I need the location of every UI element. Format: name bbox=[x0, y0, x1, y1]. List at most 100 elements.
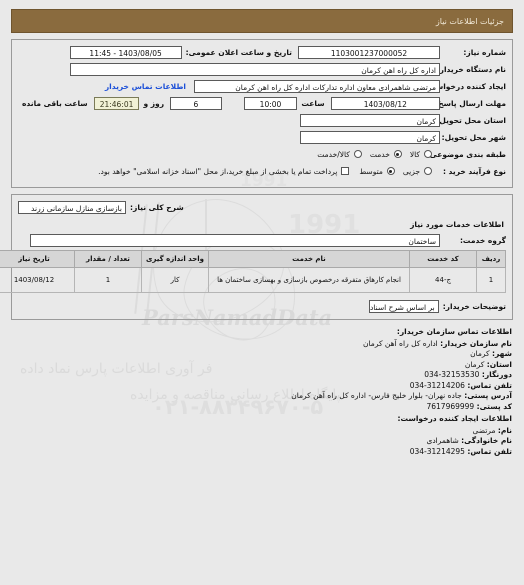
buyer-province-label: استان: bbox=[486, 359, 512, 369]
process-option-label: متوسط bbox=[359, 166, 383, 176]
radio-icon[interactable] bbox=[386, 167, 395, 175]
payment-checkbox[interactable] bbox=[341, 167, 350, 175]
buyer-fax-label: دورنگار: bbox=[481, 370, 512, 379]
buyer-org-name-label: نام سازمان خریدار: bbox=[440, 338, 512, 348]
buyer-province-line: استان: کرمان bbox=[12, 360, 512, 371]
payment-checkbox-label: پرداخت تمام یا بخشی از مبلغ خرید،از محل … bbox=[98, 166, 338, 176]
row-service-group: گروه خدمت: ساختمان bbox=[18, 233, 506, 247]
process-option-medium[interactable]: متوسط bbox=[359, 167, 395, 176]
cell-unit: کار bbox=[141, 267, 209, 293]
row-deadline: مهلت ارسال پاسخ: تا تاریخ: 1403/08/12 سا… bbox=[18, 96, 506, 110]
buyer-phone-line: تلفن تماس: 31214206-034 bbox=[12, 381, 512, 392]
buyer-org-value: اداره کل راه اهن کرمان bbox=[70, 62, 440, 76]
cell-quantity: 1 bbox=[74, 267, 142, 293]
category-option-goods-service[interactable]: کالا/خدمت bbox=[317, 150, 362, 159]
page-root: جزئیات اطلاعات نیاز شماره نیاز: 11030012… bbox=[0, 9, 524, 457]
buyer-address-value: جاده نهران- بلوار خلیج فارس- اداره کل را… bbox=[291, 391, 462, 400]
requester-label: ایجاد کننده درخواست: bbox=[424, 81, 506, 91]
radio-icon[interactable] bbox=[424, 150, 432, 158]
need-summary-label: شرح کلی نیاز: bbox=[130, 202, 184, 212]
services-table: ردیف کد خدمت نام خدمت واحد اندازه گیری ت… bbox=[0, 250, 506, 293]
requester-contact-block: اطلاعات ایجاد کننده درخواست: نام: مرتضی … bbox=[12, 414, 513, 457]
buyer-fax-line: دورنگار: 32153530-034 bbox=[12, 370, 512, 381]
requester-last-name-value: شاهمرادی bbox=[426, 436, 459, 445]
province-value: کرمان bbox=[300, 113, 440, 127]
row-buyer-note: توضیحات خریدار: بر اساس شرح اسناد bbox=[18, 300, 506, 313]
buyer-org-label: نام دستگاه خریدار: bbox=[436, 64, 506, 74]
province-label: استان محل تحویل: bbox=[436, 115, 506, 125]
row-city: شهر محل تحویل: کرمان bbox=[18, 130, 506, 144]
buyer-postal-label: کد پستی: bbox=[476, 401, 512, 411]
requester-contact-title: اطلاعات ایجاد کننده درخواست: bbox=[397, 414, 513, 423]
buyer-note-value: بر اساس شرح اسناد bbox=[368, 300, 439, 313]
table-row: 1 ج-44 انجام کارهاق متفرقه درخصوص بازساز… bbox=[0, 267, 506, 293]
buyer-address-label: آدرس پستی: bbox=[464, 391, 512, 400]
buyer-phone-label: تلفن تماس: bbox=[467, 380, 512, 390]
requester-first-name-value: مرتضی bbox=[472, 425, 496, 435]
remaining-time-countdown: 21:46:01 bbox=[93, 96, 140, 110]
requester-phone-value: 31214295-034 bbox=[409, 446, 465, 456]
buyer-province-value: کرمان bbox=[464, 359, 485, 369]
row-category: طبقه بندی موضوعی: کالا خدمت کالا/خدمت bbox=[18, 147, 506, 161]
cell-service-name: انجام کارهاق متفرقه درخصوص بازسازی و بهس… bbox=[208, 267, 410, 293]
services-section-title: اطلاعات خدمات مورد نیاز bbox=[410, 220, 504, 229]
column-header-quantity: تعداد / مقدار bbox=[74, 250, 142, 268]
row-buyer-org: نام دستگاه خریدار: اداره کل راه اهن کرما… bbox=[18, 62, 506, 76]
need-summary-value: بازسازی منازل سازمانی زرند bbox=[18, 200, 126, 214]
remaining-suffix-label: ساعت باقی مانده bbox=[22, 98, 88, 108]
buyer-city-label: شهر: bbox=[492, 349, 512, 358]
category-option-label: کالا/خدمت bbox=[317, 149, 350, 159]
requester-value: مرتضی شاهمرادی معاون اداره تدارکات اداره… bbox=[194, 79, 440, 93]
category-option-goods[interactable]: کالا bbox=[410, 150, 432, 159]
buyer-contact-link[interactable]: اطلاعات تماس خریدار bbox=[105, 82, 194, 91]
deadline-hour-value: 10:00 bbox=[243, 96, 298, 110]
requester-last-name-label: نام خانوادگی: bbox=[461, 436, 512, 445]
category-option-label: کالا bbox=[409, 149, 420, 159]
buyer-contact-block: اطلاعات تماس سازمان خریدار: نام سازمان خ… bbox=[12, 327, 512, 412]
buyer-city-line: شهر: کرمان bbox=[12, 349, 512, 360]
days-and-label: روز و bbox=[143, 98, 165, 108]
process-option-minor[interactable]: جزیی bbox=[403, 167, 432, 176]
table-header-row: ردیف کد خدمت نام خدمت واحد اندازه گیری ت… bbox=[0, 250, 506, 268]
deadline-hour-label: ساعت bbox=[301, 98, 325, 108]
buyer-org-name-value: اداره کل راه آهن کرمان bbox=[363, 338, 438, 348]
radio-icon[interactable] bbox=[424, 167, 432, 175]
cell-service-code: ج-44 bbox=[409, 267, 477, 293]
city-label: شهر محل تحویل: bbox=[441, 132, 506, 142]
column-header-service-code: کد خدمت bbox=[409, 250, 477, 268]
remaining-days-value: 6 bbox=[170, 96, 222, 110]
buyer-city-value: کرمان bbox=[470, 349, 490, 358]
buyer-org-name-line: نام سازمان خریدار: اداره کل راه آهن کرما… bbox=[12, 339, 512, 350]
process-label: نوع فرآیند خرید : bbox=[442, 166, 506, 176]
buyer-postal-value: 7617969999 bbox=[426, 401, 475, 411]
city-value: کرمان bbox=[300, 130, 440, 144]
radio-icon[interactable] bbox=[393, 150, 402, 158]
column-header-row-no: ردیف bbox=[476, 250, 506, 268]
requester-first-name-label: نام: bbox=[497, 425, 512, 435]
row-process-type: نوع فرآیند خرید : جزیی متوسط پرداخت تمام… bbox=[18, 164, 506, 178]
category-option-service[interactable]: خدمت bbox=[370, 150, 402, 159]
radio-icon[interactable] bbox=[353, 150, 362, 158]
buyer-postal-line: کد پستی: 7617969999 bbox=[12, 402, 512, 413]
buyer-address-line: آدرس پستی: جاده نهران- بلوار خلیج فارس- … bbox=[12, 391, 512, 402]
column-header-unit: واحد اندازه گیری bbox=[141, 250, 209, 268]
column-header-service-name: نام خدمت bbox=[208, 250, 410, 268]
announce-datetime-value: 1403/08/05 - 11:45 bbox=[69, 45, 182, 59]
category-label: طبقه بندی موضوعی: bbox=[426, 149, 506, 159]
service-group-label: گروه خدمت: bbox=[459, 235, 506, 245]
row-province: استان محل تحویل: کرمان bbox=[18, 113, 506, 127]
column-header-need-date: تاریخ نیاز bbox=[0, 250, 75, 268]
cell-row-no: 1 bbox=[476, 267, 506, 293]
deadline-label: مهلت ارسال پاسخ: تا تاریخ: bbox=[403, 98, 506, 108]
category-option-label: خدمت bbox=[369, 149, 390, 159]
need-info-panel: شماره نیاز: 1103001237000052 تاریخ و ساع… bbox=[11, 39, 513, 188]
need-details-panel: شرح کلی نیاز: بازسازی منازل سازمانی زرند… bbox=[0, 194, 513, 320]
buyer-contact-title: اطلاعات تماس سازمان خریدار: bbox=[396, 327, 512, 336]
process-option-label: جزیی bbox=[402, 166, 420, 176]
buyer-phone-value: 31214206-034 bbox=[409, 380, 465, 390]
page-title: جزئیات اطلاعات نیاز bbox=[435, 16, 504, 26]
requester-phone-label: تلفن تماس: bbox=[467, 446, 512, 456]
service-group-value: ساختمان bbox=[30, 233, 440, 247]
cell-need-date: 1403/08/12 bbox=[0, 267, 75, 293]
deadline-date-value: 1403/08/12 bbox=[330, 96, 440, 110]
